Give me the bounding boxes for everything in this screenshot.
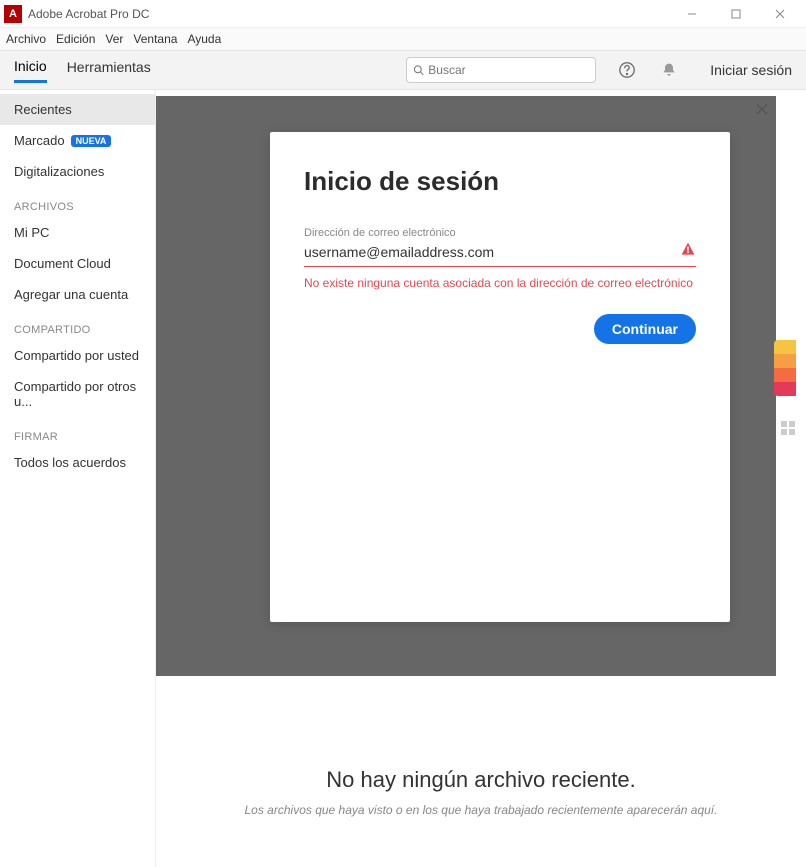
color-stripe <box>774 340 796 396</box>
sidebar-head-files: ARCHIVOS <box>0 187 155 217</box>
sidebar-item-mypc[interactable]: Mi PC <box>0 217 155 248</box>
sidebar-item-agreements[interactable]: Todos los acuerdos <box>0 447 155 478</box>
warning-icon <box>680 241 696 262</box>
modal-title: Inicio de sesión <box>304 166 696 197</box>
sidebar-item-addaccount[interactable]: Agregar una cuenta <box>0 279 155 310</box>
new-badge: NUEVA <box>71 135 112 147</box>
sidebar-item-shared-by-others[interactable]: Compartido por otros u... <box>0 371 155 417</box>
window-title: Adobe Acrobat Pro DC <box>28 7 670 21</box>
menu-window[interactable]: Ventana <box>133 32 177 46</box>
toolbar: Inicio Herramientas Iniciar sesión <box>0 50 806 90</box>
signin-modal: Inicio de sesión Dirección de correo ele… <box>270 132 730 622</box>
sidebar-item-doccloud[interactable]: Document Cloud <box>0 248 155 279</box>
sidebar-item-shared-by-you[interactable]: Compartido por usted <box>0 340 155 371</box>
error-message: No existe ninguna cuenta asociada con la… <box>304 275 696 292</box>
window-titlebar: A Adobe Acrobat Pro DC <box>0 0 806 28</box>
maximize-button[interactable] <box>714 0 758 28</box>
bell-icon[interactable] <box>658 59 680 81</box>
search-input[interactable] <box>428 63 589 77</box>
sidebar-item-marked[interactable]: Marcado NUEVA <box>0 125 155 156</box>
close-button[interactable] <box>758 0 802 28</box>
sidebar-item-label: Marcado <box>14 133 65 148</box>
menu-help[interactable]: Ayuda <box>187 32 221 46</box>
sidebar: Recientes Marcado NUEVA Digitalizaciones… <box>0 90 156 867</box>
minimize-button[interactable] <box>670 0 714 28</box>
empty-state: No hay ningún archivo reciente. Los arch… <box>156 767 806 817</box>
continue-button[interactable]: Continuar <box>594 314 696 344</box>
help-icon[interactable] <box>616 59 638 81</box>
sidebar-item-recent[interactable]: Recientes <box>0 94 155 125</box>
menu-view[interactable]: Ver <box>105 32 123 46</box>
app-icon: A <box>4 5 22 23</box>
empty-subtitle: Los archivos que haya visto o en los que… <box>156 803 806 817</box>
email-field-row <box>304 241 696 267</box>
email-input[interactable] <box>304 244 680 260</box>
search-icon <box>413 64 424 76</box>
menu-file[interactable]: Archivo <box>6 32 46 46</box>
modal-close-button[interactable] <box>754 101 774 121</box>
tab-home[interactable]: Inicio <box>14 58 47 83</box>
email-label: Dirección de correo electrónico <box>304 227 696 239</box>
menu-edit[interactable]: Edición <box>56 32 95 46</box>
tab-tools[interactable]: Herramientas <box>67 59 151 81</box>
sidebar-head-sign: FIRMAR <box>0 417 155 447</box>
menubar: Archivo Edición Ver Ventana Ayuda <box>0 28 806 50</box>
view-grid-icon[interactable] <box>780 420 796 441</box>
empty-title: No hay ningún archivo reciente. <box>156 767 806 793</box>
search-box[interactable] <box>406 57 596 83</box>
signin-link[interactable]: Iniciar sesión <box>710 62 792 78</box>
sidebar-item-scans[interactable]: Digitalizaciones <box>0 156 155 187</box>
sidebar-head-shared: COMPARTIDO <box>0 310 155 340</box>
